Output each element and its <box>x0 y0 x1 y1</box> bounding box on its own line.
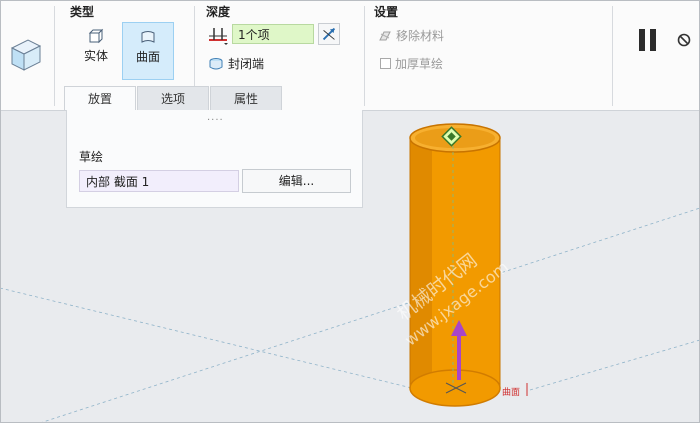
separator <box>612 6 613 106</box>
capped-ends-icon <box>209 57 223 69</box>
panel-grip[interactable]: .... <box>207 112 224 123</box>
tab-options[interactable]: 选项 <box>137 86 209 110</box>
thicken-sketch-label: 加厚草绘 <box>395 57 444 71</box>
solid-type-button[interactable]: 实体 <box>70 22 122 80</box>
extrude-feature-icon <box>10 39 42 71</box>
solid-icon <box>88 28 104 44</box>
separator <box>54 6 55 106</box>
surface-label: 曲面 <box>135 50 160 64</box>
depth-group-title: 深度 <box>206 5 231 19</box>
thicken-sketch-checkbox[interactable] <box>380 58 391 69</box>
capped-ends-label: 封闭端 <box>228 57 265 71</box>
surface-icon <box>141 31 155 43</box>
depth-option-icon[interactable] <box>206 24 230 46</box>
cancel-icon[interactable] <box>677 33 691 47</box>
depth-value-field[interactable]: 1个项 <box>232 24 314 44</box>
edit-sketch-button[interactable]: 编辑... <box>242 169 351 193</box>
sketch-label: 草绘 <box>79 150 104 164</box>
pause-icon[interactable] <box>636 28 660 52</box>
remove-material-label: 移除材料 <box>396 29 445 43</box>
sketch-collector[interactable]: 内部 截面 1 <box>79 170 239 192</box>
tab-properties[interactable]: 属性 <box>210 86 282 110</box>
ribbon: 类型 实体 曲面 深度 1个项 封闭端 设置 移除材料 加厚草绘 放置 选项 属… <box>0 0 700 111</box>
surface-tag: 曲面 <box>502 387 520 398</box>
remove-material-icon <box>379 31 391 40</box>
flip-direction-icon[interactable] <box>318 23 340 45</box>
tab-placement[interactable]: 放置 <box>64 86 136 110</box>
remove-material-option[interactable]: 移除材料 <box>378 27 444 44</box>
thicken-sketch-option[interactable]: 加厚草绘 <box>380 55 443 72</box>
separator <box>364 6 365 106</box>
type-group-title: 类型 <box>70 5 95 19</box>
settings-group-title: 设置 <box>374 5 399 19</box>
dashboard-tabs: 放置 选项 属性 <box>64 86 283 110</box>
placement-panel: .... 草绘 内部 截面 1 编辑... <box>66 110 363 208</box>
solid-label: 实体 <box>83 49 108 63</box>
surface-type-button[interactable]: 曲面 <box>122 22 174 80</box>
capped-ends-option[interactable]: 封闭端 <box>208 55 264 72</box>
